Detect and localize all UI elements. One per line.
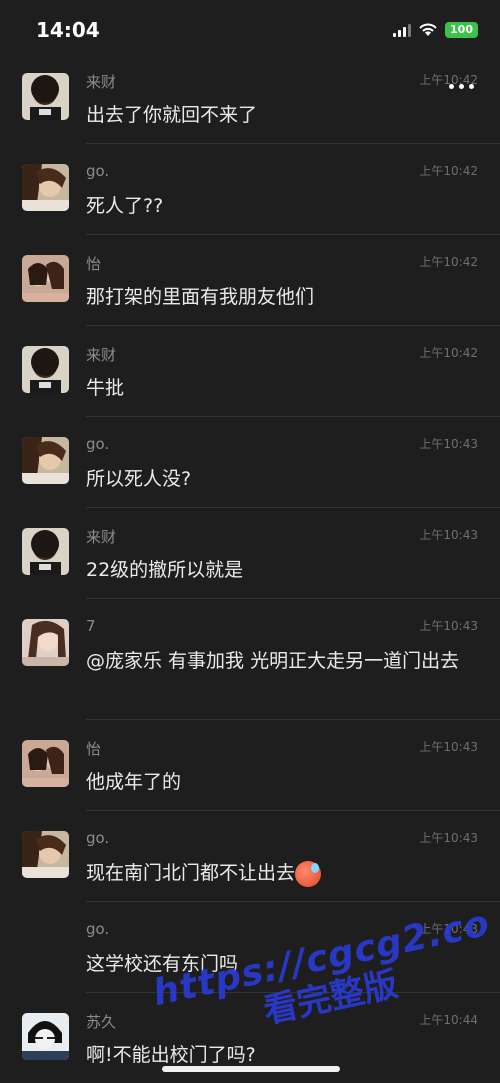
avatar[interactable] xyxy=(22,346,69,393)
avatar[interactable] xyxy=(22,164,69,211)
avatar[interactable] xyxy=(22,1013,69,1060)
divider xyxy=(86,719,500,720)
sender-name: go. xyxy=(86,435,110,453)
sender-name: go. xyxy=(86,920,110,938)
divider xyxy=(86,598,500,599)
status-icons: 100 xyxy=(393,22,478,38)
message-time: 上午10:42 xyxy=(419,346,478,360)
message-text: 那打架的里面有我朋友他们 xyxy=(86,286,315,308)
message-time: 上午10:42 xyxy=(419,164,478,178)
sender-name: 来财 xyxy=(86,346,117,364)
status-time: 14:04 xyxy=(36,18,100,42)
sender-name: 怡 xyxy=(86,740,102,758)
message-time: 上午10:42 xyxy=(419,255,478,269)
cold-sweat-emoji-icon xyxy=(295,860,322,887)
avatar[interactable] xyxy=(22,619,69,666)
message-text: 所以死人没? xyxy=(86,468,192,490)
sender-name: 来财 xyxy=(86,528,117,546)
divider xyxy=(86,416,500,417)
avatar[interactable] xyxy=(22,528,69,575)
sender-name: go. xyxy=(86,829,110,847)
message-text: 现在南门北门都不让出去 xyxy=(86,857,476,889)
avatar[interactable] xyxy=(22,437,69,484)
message-text: @庞家乐 有事加我 光明正大走另一道门出去 xyxy=(86,650,460,672)
signal-icon xyxy=(393,23,412,37)
avatar[interactable] xyxy=(22,73,69,120)
divider xyxy=(86,325,500,326)
message-text-content: 现在南门北门都不让出去 xyxy=(86,862,296,884)
message-text: 牛批 xyxy=(86,377,125,399)
sender-name: 怡 xyxy=(86,255,102,273)
divider xyxy=(86,507,500,508)
message-time: 上午10:44 xyxy=(419,1013,478,1027)
divider xyxy=(86,901,500,902)
message-time: 上午10:43 xyxy=(419,437,478,451)
avatar[interactable] xyxy=(22,255,69,302)
message-time: 上午10:43 xyxy=(419,528,478,542)
sender-name: 来财 xyxy=(86,73,117,91)
sender-name: go. xyxy=(86,162,110,180)
status-bar: 14:04 100 xyxy=(0,0,500,60)
divider xyxy=(86,234,500,235)
sender-name: 7 xyxy=(86,617,96,635)
message-time: 上午10:43 xyxy=(419,619,478,633)
divider xyxy=(86,143,500,144)
message-text: 22级的撤所以就是 xyxy=(86,559,244,581)
message-time: 上午10:42 xyxy=(419,73,478,87)
divider xyxy=(86,810,500,811)
message-time: 上午10:43 xyxy=(419,831,478,845)
avatar[interactable] xyxy=(22,831,69,878)
sender-name: 苏久 xyxy=(86,1013,117,1031)
home-indicator[interactable] xyxy=(162,1066,340,1072)
message-text: 他成年了的 xyxy=(86,771,182,793)
message-text: 死人了?? xyxy=(86,195,164,217)
avatar[interactable] xyxy=(22,740,69,787)
message-text: 出去了你就回不来了 xyxy=(86,104,258,126)
message-time: 上午10:43 xyxy=(419,740,478,754)
battery-icon: 100 xyxy=(445,22,478,38)
wifi-icon xyxy=(419,23,437,36)
